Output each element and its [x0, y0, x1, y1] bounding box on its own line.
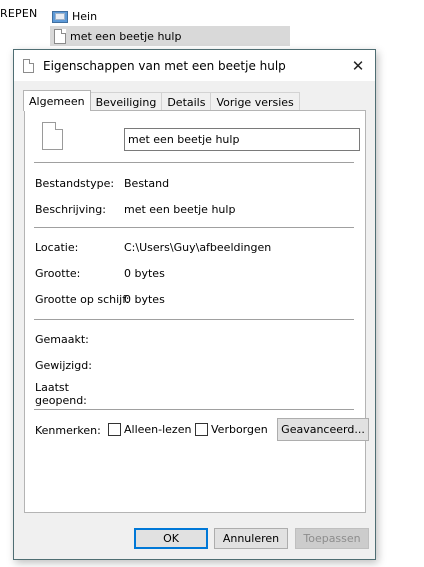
- type-value: Bestand: [124, 177, 170, 190]
- tab-beveiliging[interactable]: Beveiliging: [89, 92, 163, 111]
- folder-item-label: Hein: [72, 9, 98, 23]
- description-label: Beschrijving:: [35, 203, 106, 216]
- description-value: met een beetje hulp: [124, 203, 236, 216]
- size-on-disk-value: 0 bytes: [124, 293, 165, 306]
- cancel-button[interactable]: Annuleren: [214, 528, 288, 549]
- properties-dialog: Eigenschappen van met een beetje hulp ✕ …: [13, 49, 376, 560]
- attributes-label: Kenmerken:: [35, 424, 101, 437]
- advanced-button[interactable]: Geavanceerd...: [277, 418, 369, 441]
- file-type-icon: [42, 122, 63, 150]
- hidden-label: Verborgen: [211, 423, 268, 436]
- location-value: C:\Users\Guy\afbeeldingen: [124, 241, 272, 254]
- readonly-label: Alleen-lezen: [124, 423, 192, 436]
- type-label: Bestandstype:: [35, 177, 115, 190]
- size-label: Grootte:: [35, 267, 81, 280]
- tab-bar: Algemeen Beveiliging Details Vorige vers…: [23, 90, 300, 111]
- divider: [34, 409, 354, 410]
- divider: [34, 162, 354, 163]
- size-value: 0 bytes: [124, 267, 165, 280]
- close-icon[interactable]: ✕: [341, 50, 375, 81]
- checkbox-box[interactable]: [195, 423, 208, 436]
- general-panel: Bestandstype: Bestand Beschrijving: met …: [24, 110, 369, 513]
- folder-icon: [52, 10, 68, 23]
- location-label: Locatie:: [35, 241, 79, 254]
- created-label: Gemaakt:: [35, 333, 89, 346]
- divider: [34, 319, 354, 320]
- ok-button[interactable]: OK: [134, 528, 208, 549]
- file-icon: [23, 58, 34, 73]
- tab-algemeen[interactable]: Algemeen: [23, 90, 91, 111]
- apply-button[interactable]: Toepassen: [295, 528, 369, 549]
- tab-details[interactable]: Details: [161, 92, 212, 111]
- checkbox-box[interactable]: [108, 423, 121, 436]
- modified-label: Gewijzigd:: [35, 359, 92, 372]
- accessed-label-line2: geopend:: [35, 394, 87, 407]
- file-icon: [54, 28, 66, 44]
- file-list-item[interactable]: met een beetje hulp: [50, 26, 290, 46]
- accessed-label-line1: Laatst: [35, 381, 69, 394]
- file-item-label: met een beetje hulp: [70, 29, 182, 43]
- tab-vorige-versies[interactable]: Vorige versies: [210, 92, 300, 111]
- title-bar[interactable]: Eigenschappen van met een beetje hulp ✕: [14, 50, 375, 81]
- readonly-checkbox[interactable]: Alleen-lezen: [108, 423, 191, 436]
- folder-list-item[interactable]: Hein: [52, 6, 292, 26]
- dialog-title: Eigenschappen van met een beetje hulp: [43, 58, 286, 73]
- divider: [34, 227, 354, 228]
- size-on-disk-label: Grootte op schijf:: [35, 293, 130, 306]
- file-name-input[interactable]: [124, 128, 360, 151]
- hidden-checkbox[interactable]: Verborgen: [195, 423, 268, 436]
- breadcrumb: REPEN: [0, 7, 38, 20]
